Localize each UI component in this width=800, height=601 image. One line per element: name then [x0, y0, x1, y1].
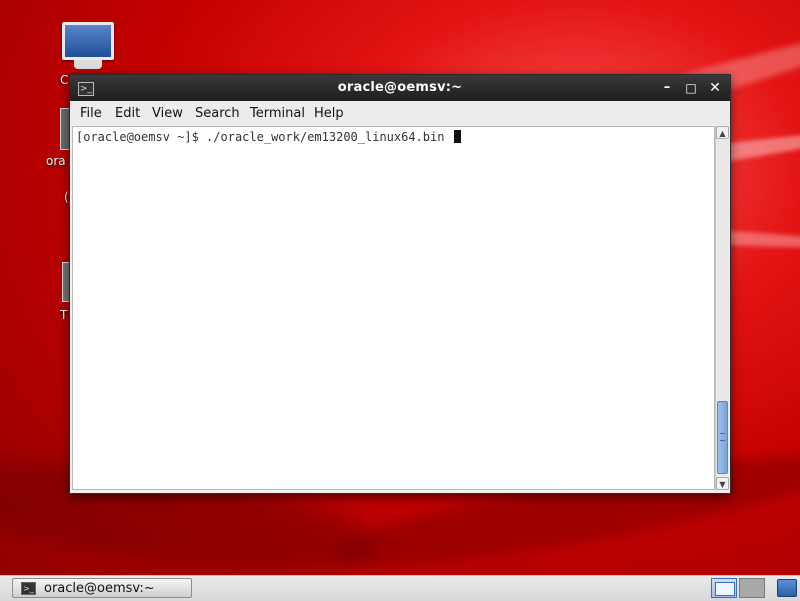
menu-bar: File Edit View Search Terminal Help: [70, 101, 730, 125]
text-cursor: [453, 130, 461, 143]
desktop-icon-label: C: [60, 73, 69, 87]
desktop-icon-label: T: [60, 308, 68, 322]
grip-icon: [720, 433, 725, 441]
tray-icon[interactable]: [777, 579, 797, 597]
taskbar-window-button[interactable]: >_ oracle@oemsv:~: [12, 578, 192, 598]
computer-icon: [62, 22, 114, 60]
taskbar: >_ oracle@oemsv:~: [0, 575, 800, 601]
menu-file[interactable]: File: [80, 106, 102, 121]
desktop-icon-computer[interactable]: [60, 22, 116, 69]
scroll-down-icon[interactable]: ▼: [716, 477, 729, 490]
terminal-window: >_ oracle@oemsv:~ – □ ✕ File Edit View S…: [69, 74, 731, 494]
maximize-button[interactable]: □: [682, 79, 700, 97]
menu-help[interactable]: Help: [314, 106, 344, 121]
shell-prompt: [oracle@oemsv ~]$: [76, 130, 207, 144]
menu-edit[interactable]: Edit: [115, 106, 140, 121]
workspace-switcher-icon[interactable]: [711, 578, 737, 598]
menu-terminal[interactable]: Terminal: [250, 106, 305, 121]
terminal-output[interactable]: [oracle@oemsv ~]$ ./oracle_work/em13200_…: [72, 126, 715, 490]
scroll-up-icon[interactable]: ▲: [716, 126, 729, 139]
window-title: oracle@oemsv:~: [337, 80, 463, 95]
workspace-2[interactable]: [739, 578, 765, 598]
desktop-icon-label: ora: [46, 154, 66, 168]
taskbar-window-label: oracle@oemsv:~: [44, 581, 155, 596]
close-button[interactable]: ✕: [706, 79, 724, 97]
scroll-thumb[interactable]: [717, 401, 728, 474]
vertical-scrollbar[interactable]: ▲ ▼: [715, 126, 729, 490]
window-titlebar[interactable]: >_ oracle@oemsv:~ – □ ✕: [70, 75, 730, 101]
menu-search[interactable]: Search: [195, 106, 240, 121]
minimize-button[interactable]: –: [658, 79, 676, 97]
typed-command: ./oracle_work/em13200_linux64.bin: [206, 130, 452, 144]
menu-view[interactable]: View: [152, 106, 183, 121]
command-line: [oracle@oemsv ~]$ ./oracle_work/em13200_…: [76, 130, 461, 144]
terminal-icon: >_: [21, 582, 36, 595]
desktop-icon-label: (: [64, 190, 69, 204]
